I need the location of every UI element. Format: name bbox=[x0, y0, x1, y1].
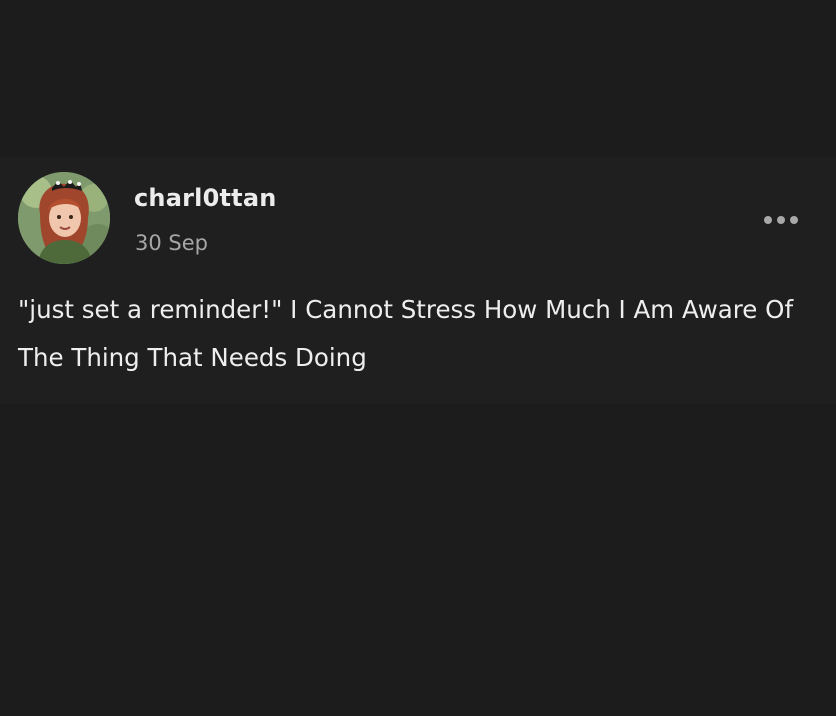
post-username[interactable]: charl0ttan bbox=[134, 184, 277, 212]
user-avatar[interactable] bbox=[18, 172, 110, 264]
more-options-button[interactable] bbox=[758, 208, 804, 232]
post-text: "just set a reminder!" I Cannot Stress H… bbox=[18, 295, 794, 372]
post-card: charl0ttan 30 Sep "just set a reminder!"… bbox=[0, 158, 836, 404]
more-options-icon bbox=[777, 216, 785, 224]
post-timestamp: 30 Sep bbox=[135, 231, 208, 255]
more-options-icon bbox=[790, 216, 798, 224]
avatar-illustration-icon bbox=[18, 172, 110, 264]
more-options-icon bbox=[764, 216, 772, 224]
